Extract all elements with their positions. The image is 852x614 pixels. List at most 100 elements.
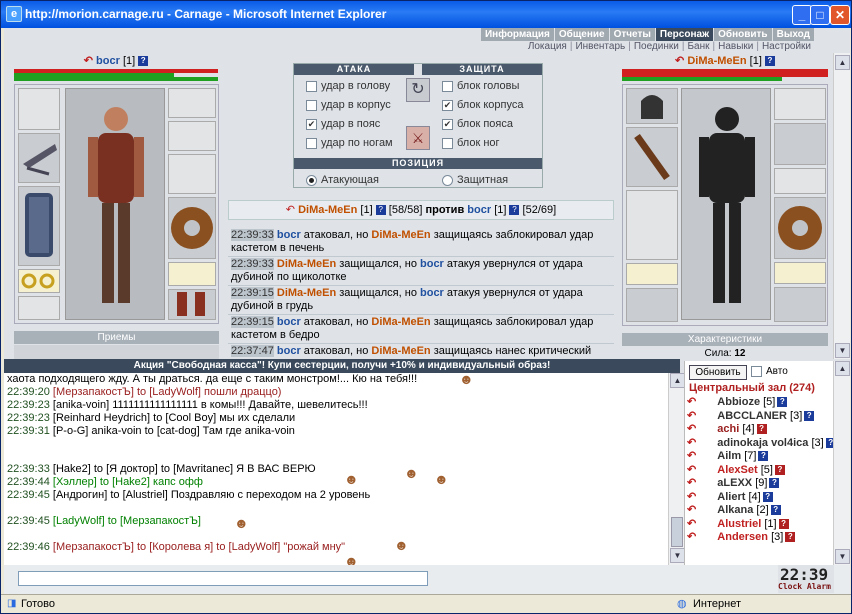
info-icon[interactable]: ? [769,478,780,489]
checkbox-empty-icon[interactable] [442,80,453,92]
user-row[interactable]: ↶ Alkana [2]? [687,503,833,517]
submenu-item[interactable]: Навыки [715,41,756,53]
info-icon[interactable]: ? [770,505,781,516]
user-row[interactable]: ↶ Abbioze [5]? [687,395,833,409]
scroll-up-icon[interactable]: ▲ [670,373,685,388]
checkbox-empty-icon[interactable] [306,99,317,111]
page-scrollbar[interactable]: ▲ ▼ [833,53,850,359]
private-arrow-icon[interactable]: ↶ [687,504,699,516]
log-target[interactable]: bocr [420,258,444,270]
user-row[interactable]: ↶ AlexSet [5]? [687,463,833,477]
legs-slot[interactable] [774,168,826,194]
gloves-slot[interactable] [774,88,826,120]
auto-checkbox[interactable] [751,366,762,377]
gloves-slot[interactable] [168,88,216,118]
bracer-slot[interactable] [774,123,826,165]
info-icon[interactable]: ? [804,410,815,421]
user-name[interactable]: Andersen [717,531,768,543]
left-player-name[interactable]: bocr [96,55,120,67]
pos-attack-radio[interactable]: Атакующая [306,174,379,186]
chat-message[interactable]: [МерзапакостЪ] to [LadyWolf] пошли драцц… [53,386,282,398]
submenu-item[interactable]: Инвентарь [572,41,628,53]
info-icon[interactable]: ? [758,451,769,462]
submenu-item[interactable]: Банк [684,41,712,53]
boots-slot[interactable] [168,289,216,320]
log-actor[interactable]: DiMa-MeEn [277,287,336,299]
shield-slot[interactable] [168,197,216,259]
topmenu-item[interactable]: Общение [553,28,609,41]
log-target[interactable]: DiMa-MeEn [371,345,430,357]
scroll-thumb[interactable] [671,517,683,547]
ring2-slot[interactable] [774,262,826,284]
pos-defend-radio[interactable]: Защитная [442,174,508,186]
private-arrow-icon[interactable]: ↶ [687,450,699,462]
log-target[interactable]: DiMa-MeEn [371,316,430,328]
private-arrow-icon[interactable]: ↶ [687,531,699,543]
info-icon[interactable]: ? [756,424,767,435]
info-icon[interactable]: ? [762,491,773,502]
info-icon[interactable]: ? [138,56,149,67]
scroll-down-icon[interactable]: ▼ [835,343,850,358]
info-icon[interactable]: ? [509,205,520,216]
chat-scrollbar[interactable]: ▲ ▼ [668,373,685,565]
user-row[interactable]: ↶ Andersen [3]? [687,530,833,544]
shield-slot[interactable] [774,197,826,259]
user-row[interactable]: ↶ Aliert [4]? [687,490,833,504]
defenses-option[interactable]: ✔ блок пояса [442,118,513,130]
user-row[interactable]: ↶ Ailm [7]? [687,449,833,463]
user-name[interactable]: Abbioze [717,396,760,408]
info-icon[interactable]: ? [778,518,789,529]
attacks-option[interactable]: удар по ногам [306,137,393,149]
refresh-combat-icon[interactable]: ↻ [406,78,430,102]
chat-message[interactable]: [LadyWolf] to [МерзапакостЪ] [53,515,201,527]
versus-p1[interactable]: DiMa-MeEn [298,204,357,216]
promo-banner[interactable]: Акция "Свободная касса"! Купи сестерции,… [4,359,680,373]
rings-slot[interactable] [626,263,678,285]
maximize-button[interactable]: □ [810,5,830,25]
info-icon[interactable]: ? [774,464,785,475]
checkbox-checked-icon[interactable]: ✔ [442,118,453,130]
chat-message[interactable]: хаота подходящего жду. А ты драться. да … [7,373,417,385]
refresh-button[interactable]: Обновить [689,365,747,380]
belt-slot[interactable] [626,288,678,322]
log-actor[interactable]: DiMa-MeEn [277,258,336,270]
boots-slot[interactable] [774,287,826,322]
info-icon[interactable]: ? [785,532,796,543]
user-name[interactable]: Ailm [717,450,741,462]
topmenu-item[interactable]: Персонаж [654,28,714,41]
user-name[interactable]: Alkana [717,504,753,516]
chat-message[interactable]: [МерзапакостЪ] to [Королева я] to [LadyW… [53,541,345,553]
user-name[interactable]: aLEXX [717,477,752,489]
checkbox-empty-icon[interactable] [306,80,317,92]
checkbox-empty-icon[interactable] [306,137,317,149]
user-name[interactable]: Alustriel [717,518,761,530]
private-arrow-icon[interactable]: ↶ [687,518,699,530]
swords-icon[interactable]: ⚔ [406,126,430,150]
log-actor[interactable]: bocr [277,229,301,241]
chat-message[interactable]: [Reinhard Heydrich] to [Cool Boy] мы их … [53,412,295,424]
attacks-option[interactable]: ✔ удар в пояс [306,118,380,130]
users-scrollbar[interactable]: ▲ ▼ [833,361,850,566]
checkbox-empty-icon[interactable] [442,137,453,149]
user-name[interactable]: ABCCLANER [717,410,787,422]
submenu-item[interactable]: Поединки [631,41,682,53]
close-button[interactable]: ✕ [830,5,850,25]
topmenu-item[interactable]: Информация [479,28,554,41]
rings-slot[interactable] [18,269,60,293]
private-arrow-icon[interactable]: ↶ [687,464,699,476]
submenu-item[interactable]: Локация [525,41,570,53]
right-player-name[interactable]: DiMa-MeEn [687,55,746,67]
user-row[interactable]: ↶ achi [4]? [687,422,833,436]
weapon-slot[interactable] [18,133,60,183]
topmenu-item[interactable]: Обновить [713,28,771,41]
clock-widget[interactable]: 22:39 Clock Alarm [778,565,834,593]
topmenu-item[interactable]: Отчеты [608,28,655,41]
info-icon[interactable]: ? [375,205,386,216]
helmet-slot[interactable] [18,88,60,130]
private-arrow-icon[interactable]: ↶ [687,477,699,489]
user-row[interactable]: ↶ adinokaja vol4ica [3]? [687,436,836,450]
helmet-slot[interactable] [626,88,678,124]
private-arrow-icon[interactable]: ↶ [687,423,699,435]
minimize-button[interactable]: _ [792,5,812,25]
ring2-slot[interactable] [168,262,216,286]
